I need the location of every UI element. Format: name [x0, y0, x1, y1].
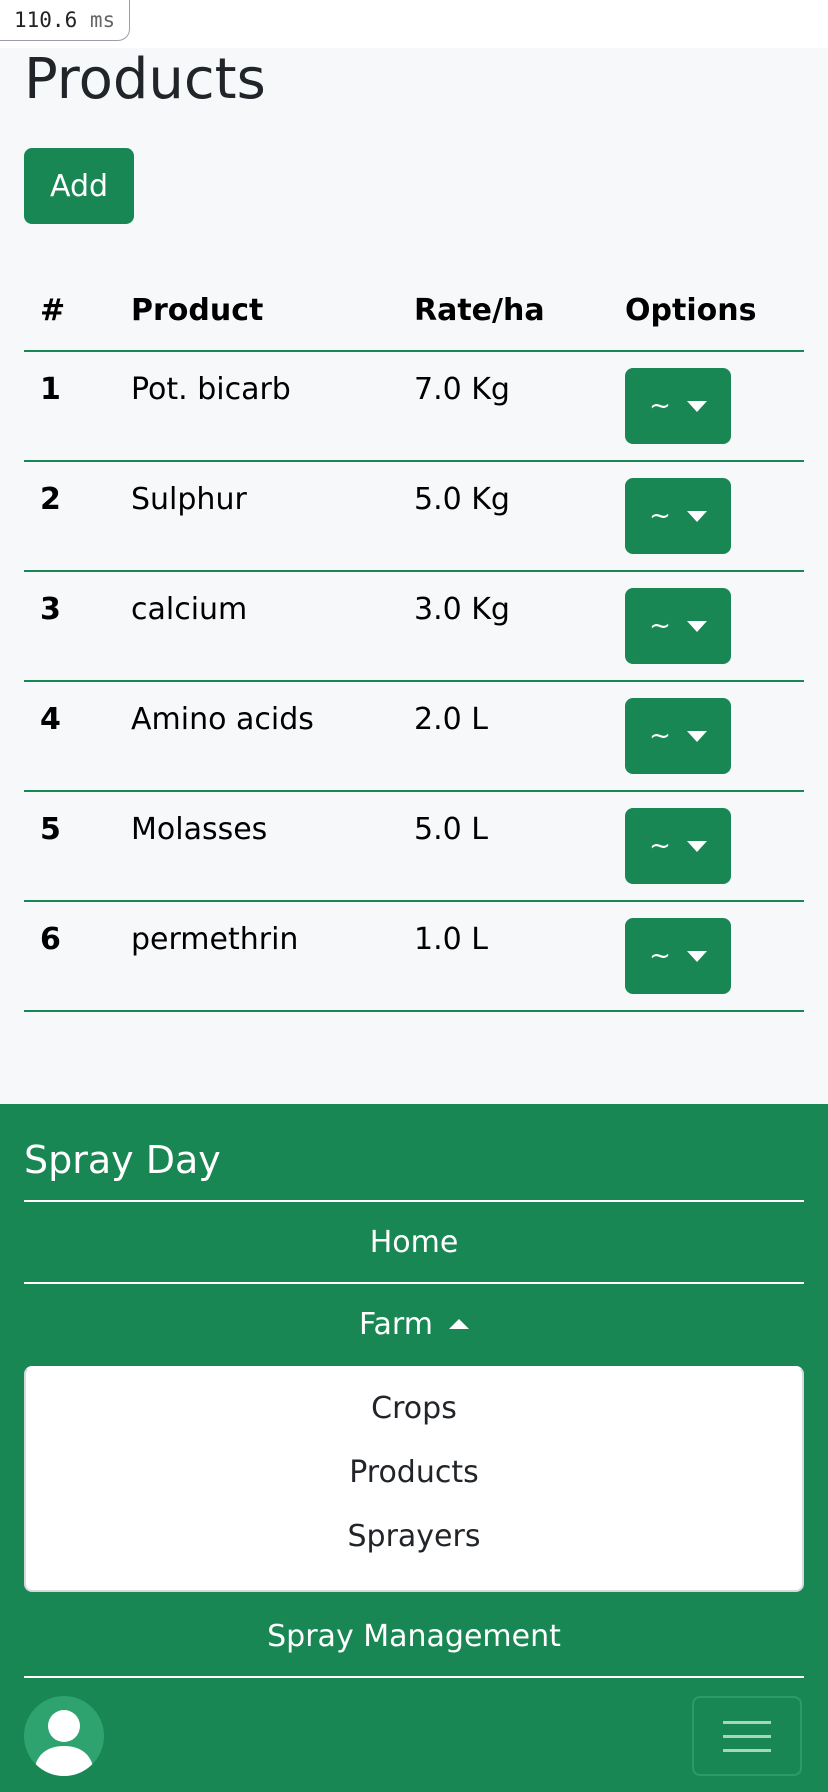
product-rate: 3.0 Kg [414, 592, 510, 627]
header-product: Product [131, 270, 414, 352]
options-button-label: ~ [649, 391, 671, 421]
nav-farm-label: Farm [359, 1306, 433, 1342]
product-name: Sulphur [131, 482, 247, 517]
user-avatar-icon[interactable] [24, 1696, 104, 1776]
product-rate: 1.0 L [414, 922, 488, 957]
hamburger-menu-icon [723, 1720, 771, 1724]
brand-name[interactable]: Spray Day [24, 1136, 221, 1184]
table-row: 1 Pot. bicarb 7.0 Kg ~ [24, 351, 804, 462]
user-silhouette-icon [34, 1710, 94, 1776]
table-row: 4 Amino acids 2.0 L ~ [24, 681, 804, 792]
dropdown-item-products[interactable]: Products [26, 1444, 802, 1500]
product-name: Molasses [131, 812, 268, 847]
product-name: permethrin [131, 922, 299, 957]
row-number: 5 [40, 812, 61, 847]
row-number: 1 [40, 372, 61, 407]
options-dropdown-button[interactable]: ~ [625, 808, 731, 884]
page-title: Products [24, 47, 266, 112]
main-content: Products Add # Product Rate/ha Options 1… [0, 48, 828, 1104]
product-rate: 7.0 Kg [414, 372, 510, 407]
footer-navbar: Spray Day Home Farm Crops Products Spray… [0, 1104, 828, 1792]
nav-home-label: Home [369, 1224, 459, 1260]
caret-down-icon [686, 840, 707, 852]
table-row: 5 Molasses 5.0 L ~ [24, 791, 804, 902]
nav-spray-management-label: Spray Management [267, 1618, 561, 1654]
options-dropdown-button[interactable]: ~ [625, 918, 731, 994]
timing-unit: ms [89, 8, 116, 32]
dropdown-item-sprayers[interactable]: Sprayers [26, 1508, 802, 1564]
nav-home-link[interactable]: Home [24, 1200, 804, 1282]
row-number: 2 [40, 482, 61, 517]
dropdown-item-crops[interactable]: Crops [26, 1380, 802, 1436]
caret-down-icon [686, 730, 707, 742]
products-table: # Product Rate/ha Options 1 Pot. bicarb … [24, 270, 804, 1012]
caret-up-icon [448, 1319, 469, 1329]
table-row: 2 Sulphur 5.0 Kg ~ [24, 461, 804, 572]
options-button-label: ~ [649, 501, 671, 531]
caret-down-icon [686, 620, 707, 632]
table-row: 6 permethrin 1.0 L ~ [24, 901, 804, 1012]
product-name: Amino acids [131, 702, 314, 737]
options-button-label: ~ [649, 721, 671, 751]
timing-badge: 110.6 ms [0, 0, 131, 41]
caret-down-icon [686, 400, 707, 412]
options-dropdown-button[interactable]: ~ [625, 368, 731, 444]
row-number: 4 [40, 702, 61, 737]
options-button-label: ~ [649, 941, 671, 971]
nav-spray-management-link[interactable]: Spray Management [24, 1596, 804, 1678]
hamburger-menu-button[interactable] [692, 1696, 802, 1776]
row-number: 6 [40, 922, 61, 957]
timing-value: 110.6 [14, 8, 78, 32]
nav-farm-dropdown-toggle[interactable]: Farm [24, 1282, 804, 1364]
options-button-label: ~ [649, 831, 671, 861]
options-dropdown-button[interactable]: ~ [625, 698, 731, 774]
header-options: Options [625, 270, 804, 352]
product-name: Pot. bicarb [131, 372, 291, 407]
add-product-button[interactable]: Add [24, 148, 134, 224]
product-rate: 2.0 L [414, 702, 488, 737]
table-header-row: # Product Rate/ha Options [24, 270, 804, 352]
options-button-label: ~ [649, 611, 671, 641]
header-rate: Rate/ha [414, 270, 625, 352]
table-row: 3 calcium 3.0 Kg ~ [24, 571, 804, 682]
options-dropdown-button[interactable]: ~ [625, 588, 731, 664]
product-rate: 5.0 L [414, 812, 488, 847]
product-rate: 5.0 Kg [414, 482, 510, 517]
row-number: 3 [40, 592, 61, 627]
header-num: # [24, 270, 131, 352]
product-name: calcium [131, 592, 248, 627]
caret-down-icon [686, 950, 707, 962]
hamburger-bar [723, 1748, 771, 1752]
hamburger-bar [723, 1734, 771, 1738]
farm-dropdown-menu: Crops Products Sprayers [24, 1366, 804, 1592]
options-dropdown-button[interactable]: ~ [625, 478, 731, 554]
caret-down-icon [686, 510, 707, 522]
